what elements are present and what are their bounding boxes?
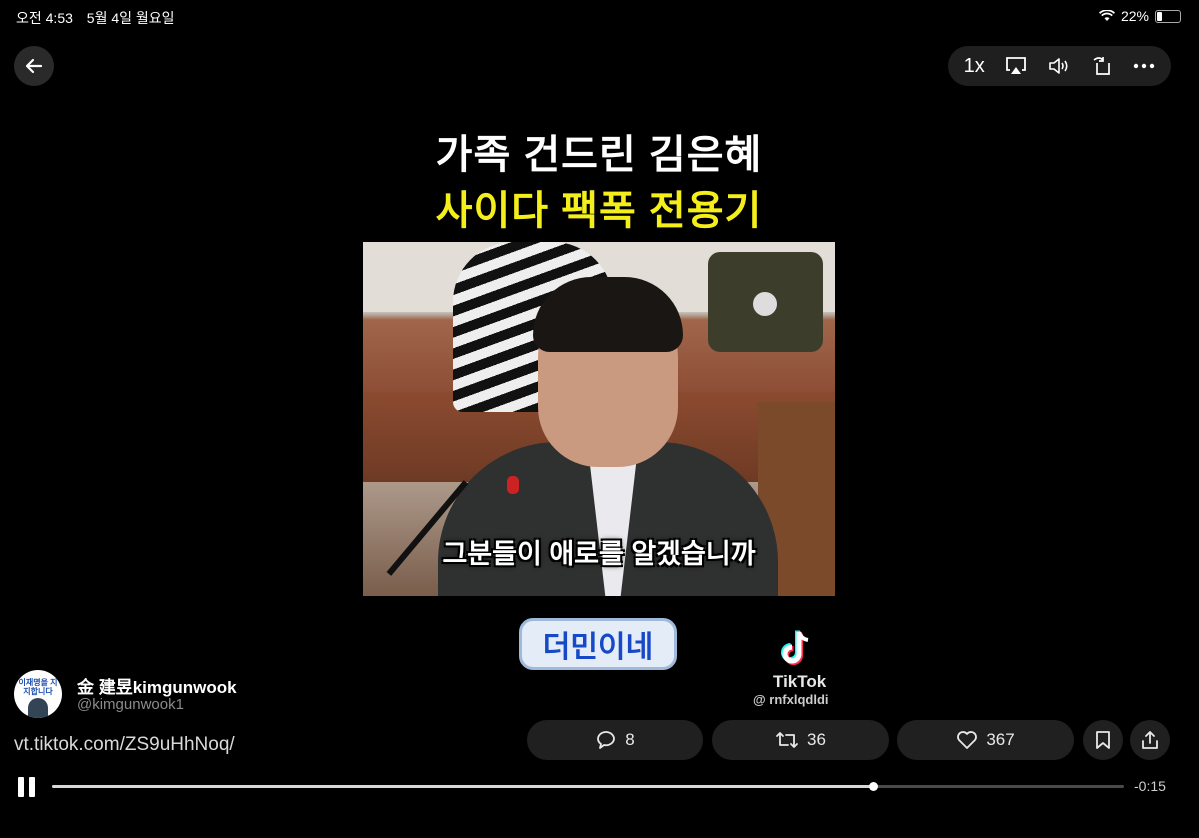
bookmark-button[interactable] <box>1083 720 1123 760</box>
volume-icon[interactable] <box>1047 56 1071 76</box>
status-left: 오전 4:53 5월 4일 월요일 <box>16 8 185 28</box>
video-headline-line1: 가족 건드린 김은혜 <box>435 133 763 177</box>
wifi-icon <box>1098 10 1115 21</box>
time-remaining: -0:15 <box>1134 778 1166 794</box>
rotate-icon[interactable] <box>1090 55 1114 77</box>
clip-bag-logo <box>753 292 777 316</box>
like-count: 367 <box>986 730 1015 749</box>
battery-percent: 22% <box>1120 8 1149 24</box>
progress-fill <box>52 785 874 788</box>
pause-button[interactable] <box>16 777 38 797</box>
retweet-button[interactable]: 36 <box>712 720 889 760</box>
progress-track[interactable] <box>52 782 1124 791</box>
avatar[interactable]: 이재명을 지지합니다 <box>14 670 62 718</box>
playback-speed-button[interactable]: 1x <box>964 55 985 78</box>
video-clip-image: 그분들이 애로를 알겠습니까 <box>363 242 835 596</box>
airplay-icon[interactable] <box>1004 56 1028 76</box>
video-frame[interactable]: 가족 건드린 김은혜 사이다 팩폭 전용기 그분들이 애로를 알겠습니까 더민이… <box>363 110 835 710</box>
share-icon <box>1142 731 1158 749</box>
back-button[interactable] <box>14 46 54 86</box>
reply-button[interactable]: 8 <box>527 720 703 760</box>
share-button[interactable] <box>1130 720 1170 760</box>
reply-count: 8 <box>625 730 635 749</box>
author-handle[interactable]: @kimgunwook1 <box>77 696 184 713</box>
avatar-figure <box>28 698 48 718</box>
retweet-icon <box>776 732 798 748</box>
video-subtitle: 그분들이 애로를 알겠습니까 <box>442 539 756 569</box>
tiktok-logo-icon <box>781 630 809 665</box>
more-icon[interactable] <box>1133 63 1155 69</box>
video-badge: 더민이네 <box>519 618 677 670</box>
tiktok-watermark-handle: @ rnfxlqdldi <box>753 692 829 707</box>
tiktok-watermark-name: TikTok <box>773 672 827 691</box>
tweet-link[interactable]: vt.tiktok.com/ZS9uHhNoq/ <box>14 734 235 756</box>
heart-icon <box>957 731 978 749</box>
pause-icon <box>18 777 24 797</box>
avatar-text: 이재명을 지지합니다 <box>18 678 58 696</box>
status-date: 5월 4일 월요일 <box>86 10 175 26</box>
like-button[interactable]: 367 <box>897 720 1074 760</box>
progress-scrubber[interactable] <box>869 782 879 791</box>
retweet-count: 36 <box>807 730 826 749</box>
arrow-left-icon <box>25 58 43 74</box>
reply-icon <box>597 731 616 749</box>
battery-icon <box>1155 9 1181 23</box>
status-right: 22% <box>1098 8 1181 24</box>
bookmark-icon <box>1096 731 1110 749</box>
status-time: 오전 4:53 <box>16 10 73 26</box>
clip-microphone-tip <box>507 476 519 494</box>
battery-level <box>1157 11 1162 21</box>
author-name[interactable]: 金 建昱kimgunwook <box>77 673 237 698</box>
status-bar: 오전 4:53 5월 4일 월요일 22% <box>0 0 1199 32</box>
player-toolbar: 1x <box>948 46 1171 86</box>
pause-icon <box>29 777 35 797</box>
video-headline-line2: 사이다 팩폭 전용기 <box>435 189 763 233</box>
